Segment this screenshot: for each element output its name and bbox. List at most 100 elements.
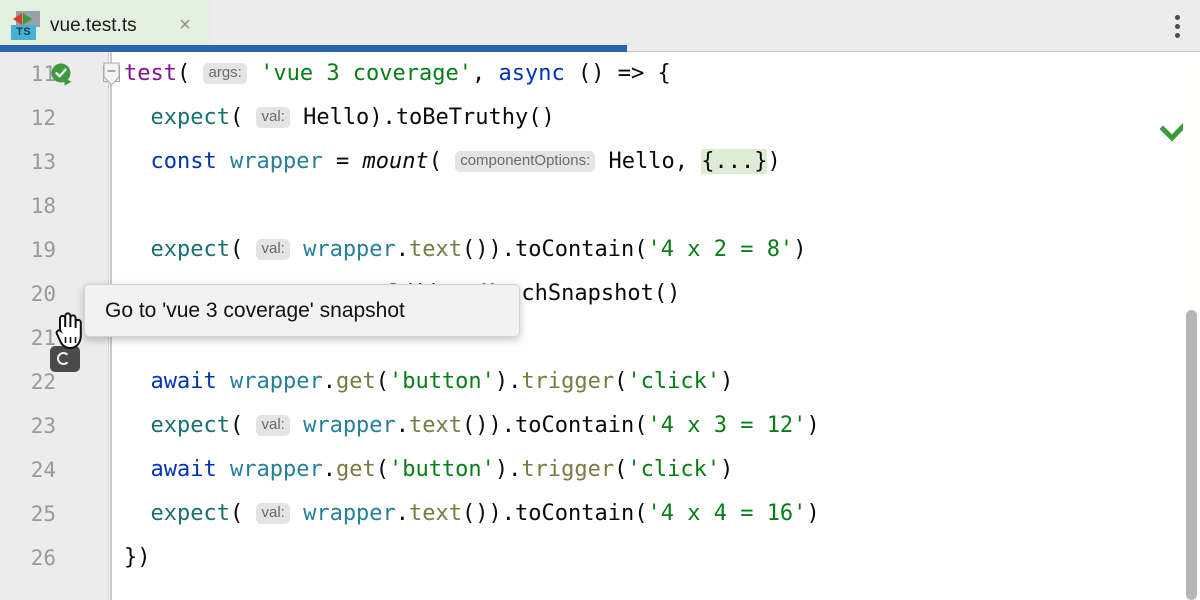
code-token: 'click' <box>627 369 721 394</box>
close-icon[interactable]: × <box>175 15 195 36</box>
code-line-text: expect( val: wrapper.text()).toContain('… <box>124 492 820 536</box>
inlay-hint: componentOptions: <box>455 151 596 172</box>
code-token: ( <box>229 105 244 130</box>
line-number: 24 <box>30 458 56 482</box>
code-token: expect <box>150 237 230 262</box>
line-number: 22 <box>30 370 56 394</box>
code-token: wrapper <box>303 237 396 262</box>
code-line[interactable]: 12 expect( val: Hello).toBeTruthy() <box>0 96 1200 140</box>
code-line[interactable]: 11 test( args: 'vue 3 coverage', async ()… <box>0 52 1200 96</box>
code-token: ( <box>428 149 442 174</box>
code-token: , <box>472 61 499 86</box>
code-line[interactable]: 13 const wrapper = mount( componentOptio… <box>0 140 1200 184</box>
tooltip-text: Go to 'vue 3 coverage' snapshot <box>105 298 405 322</box>
code-token: text <box>409 501 463 526</box>
line-number: 13 <box>30 150 56 174</box>
code-token: ( <box>229 237 244 262</box>
code-token: text <box>409 413 463 438</box>
code-line-text: await wrapper.get('button').trigger('cli… <box>124 448 734 492</box>
code-line-text: test( args: 'vue 3 coverage', async () =… <box>124 52 671 96</box>
code-token: () <box>653 281 681 306</box>
code-line[interactable]: 23 expect( val: wrapper.text()).toContai… <box>0 404 1200 448</box>
code-token: await <box>150 369 217 394</box>
code-token: get <box>335 369 376 394</box>
code-line-text: const wrapper = mount( componentOptions:… <box>124 140 781 184</box>
code-token: expect <box>150 105 230 130</box>
code-token: 'vue 3 coverage' <box>260 61 473 86</box>
code-token: () <box>528 105 555 130</box>
code-line[interactable]: 26}) <box>0 536 1200 580</box>
inlay-hint: val: <box>256 239 290 260</box>
editor-scrollbar-track[interactable] <box>1183 52 1200 600</box>
active-tab-underline <box>0 45 627 52</box>
code-token: ). <box>494 457 522 482</box>
code-line[interactable]: 24 await wrapper.get('button').trigger('… <box>0 448 1200 492</box>
ide-editor-window: TS vue.test.ts × 11 test( args: 'vue 3 co… <box>0 0 1200 600</box>
code-token: ) <box>720 369 734 394</box>
code-token: ( <box>634 237 648 262</box>
code-token: Hello <box>608 149 675 174</box>
code-token: ()). <box>462 501 516 526</box>
editor-scrollbar-thumb[interactable] <box>1186 310 1197 600</box>
code-token: ( <box>229 413 244 438</box>
inlay-hint: val: <box>256 107 290 128</box>
code-token: wrapper <box>303 501 396 526</box>
ts-badge-label: TS <box>11 25 36 40</box>
code-token: ( <box>634 501 648 526</box>
code-token: . <box>395 413 410 438</box>
folded-code-region[interactable]: {...} <box>701 149 768 174</box>
code-token: expect <box>150 501 230 526</box>
line-number: 26 <box>30 546 56 570</box>
code-line-text: await wrapper.get('button').trigger('cli… <box>124 360 734 404</box>
run-test-success-icon[interactable] <box>50 62 76 88</box>
code-token: ) <box>806 413 820 438</box>
code-token: '4 x 3 = 12' <box>647 413 807 438</box>
inlay-hint: val: <box>256 503 290 524</box>
code-token: ) <box>720 457 734 482</box>
vertical-ellipsis-icon[interactable] <box>1167 12 1187 40</box>
code-line[interactable]: 18 <box>0 184 1200 228</box>
code-token: 'button' <box>388 457 495 482</box>
code-token: '4 x 4 = 16' <box>647 501 807 526</box>
code-token: () => { <box>564 61 671 86</box>
code-token: , <box>674 149 702 174</box>
line-number: 23 <box>30 414 56 438</box>
code-token: ( <box>614 369 628 394</box>
fold-collapse-top-icon[interactable] <box>102 62 121 93</box>
code-token: ( <box>176 61 191 86</box>
code-token: toContain <box>515 413 635 438</box>
code-token: . <box>322 369 336 394</box>
code-token: test <box>124 61 177 86</box>
code-line-text: expect( val: wrapper.text()).toContain('… <box>124 404 820 448</box>
code-token: ( <box>229 501 244 526</box>
code-token: const <box>150 149 217 174</box>
snapshot-tooltip: Go to 'vue 3 coverage' snapshot <box>84 284 520 337</box>
code-token: . <box>395 501 410 526</box>
code-token: ()). <box>462 237 516 262</box>
inlay-hint: args: <box>203 63 247 84</box>
code-token: = <box>322 149 363 174</box>
code-line[interactable]: 19 expect( val: wrapper.text()).toContai… <box>0 228 1200 272</box>
code-token: trigger <box>521 369 615 394</box>
line-number: 18 <box>30 194 56 218</box>
code-line[interactable]: 22 await wrapper.get('button').trigger('… <box>0 360 1200 404</box>
code-token: ) <box>793 237 807 262</box>
hand-pointer-cursor <box>52 310 86 350</box>
code-line[interactable]: 25 expect( val: wrapper.text()).toContai… <box>0 492 1200 536</box>
code-token: toBeTruthy <box>395 105 529 130</box>
code-token: ()). <box>462 413 516 438</box>
code-line-text: }) <box>124 536 151 580</box>
